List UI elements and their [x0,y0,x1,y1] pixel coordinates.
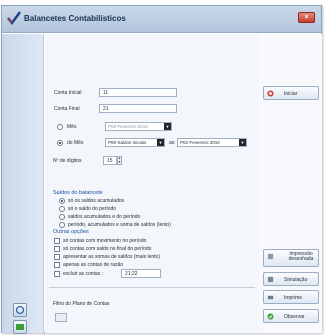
conta-inicial-label: Conta Inicial [54,90,82,96]
outras-option-checkbox[interactable] [54,238,60,244]
saldos-option: só os saldos acumulados [68,198,125,204]
digitos-label: Nº de dígitos [53,158,82,164]
divider [49,287,255,288]
saldos-title: Saldos do balancete [53,190,103,196]
chevron-down-icon: ▼ [157,139,164,146]
imprime-label: Imprime [284,295,303,301]
dialog-window: Balancetes Contabilísticos × Conta Inici… [1,5,322,334]
simulacao-label: Simulação [284,277,308,283]
digitos-spinner[interactable]: ▲ ▼ [117,156,122,165]
start-icon [267,90,274,97]
conta-final-input[interactable]: 21 [99,104,177,113]
conta-inicial-input[interactable]: 11 [99,88,177,97]
mes-radio[interactable] [57,124,63,130]
outras-option-checkbox[interactable] [54,254,60,260]
outras-option: só contas com movimento no período [63,238,147,244]
outras-option-checkbox[interactable] [54,262,60,268]
outras-option: só contas com saldo no final do período [63,246,152,252]
simulacao-button[interactable]: Simulação [263,272,319,286]
title-bar: Balancetes Contabilísticos × [2,6,321,33]
impressao-button[interactable]: Impressão desenhada [263,249,319,267]
impressao-label: Impressão desenhada [288,251,314,262]
chevron-down-icon: ▼ [239,139,246,146]
do-mes-connector: ao [169,140,175,146]
close-button[interactable]: × [298,12,315,23]
outras-option-checkbox[interactable] [54,246,60,252]
left-strip [2,34,44,334]
printer-icon [267,295,274,300]
saldos-option: período, acumulados e soma de saldos (le… [68,222,171,228]
saldos-option: saldos acumulados e do período [68,214,141,220]
filtro-input[interactable] [55,313,67,322]
do-mes-to-value: P02-Fevereiro 2010 [180,140,220,145]
filtro-label: Filtro do Plano de Contas [53,301,110,307]
print-design-icon [267,253,274,260]
app-check-icon [7,11,21,25]
chevron-down-icon: ▼ [164,123,171,130]
mes-select[interactable]: P02-Fevereiro 2010 ▼ [105,122,172,131]
observar-label: Observar [284,314,305,320]
export-icon[interactable] [13,320,27,334]
mes-label: Mês [67,124,77,130]
outras-option: apenas as contas de razão [63,262,124,268]
conta-final-label: Conta Final [54,106,80,112]
imprime-button[interactable]: Imprime [263,290,319,304]
simulation-icon [267,276,274,283]
saldos-option-radio[interactable] [59,198,65,204]
do-mes-from-value: P00-Saldos Iniciais [108,140,147,145]
excluir-label: excluir as contas : [63,271,104,277]
saldos-option-radio[interactable] [59,206,65,212]
saldos-option-radio[interactable] [59,214,65,220]
outras-option: apresentar as somas de saldos (mais lent… [63,254,160,260]
digitos-input[interactable]: 15 [103,156,117,165]
initiate-label: Iniciar [284,91,298,97]
form-panel: Conta Inicial 11 Conta Final 21 Mês P02-… [45,34,259,333]
saldos-option: só o saldo do período [68,206,117,212]
observar-button[interactable]: Observar [263,309,319,323]
do-mes-radio[interactable] [57,140,63,146]
initiate-button[interactable]: Iniciar [263,86,319,100]
excluir-input[interactable]: 21;22 [121,269,161,278]
saldos-option-radio[interactable] [59,222,65,228]
do-mes-to-select[interactable]: P02-Fevereiro 2010 ▼ [177,138,247,147]
do-mes-label: do Mês [67,140,84,146]
outras-title: Outras opções [53,229,89,235]
window-title: Balancetes Contabilísticos [24,14,126,23]
do-mes-from-select[interactable]: P00-Saldos Iniciais ▼ [105,138,165,147]
mes-select-value: P02-Fevereiro 2010 [108,124,148,129]
check-icon [267,313,274,320]
refresh-icon[interactable] [13,303,27,317]
excluir-checkbox[interactable] [54,271,60,277]
actions-panel: Iniciar Impressão desenhada Simulação Im… [259,34,322,333]
